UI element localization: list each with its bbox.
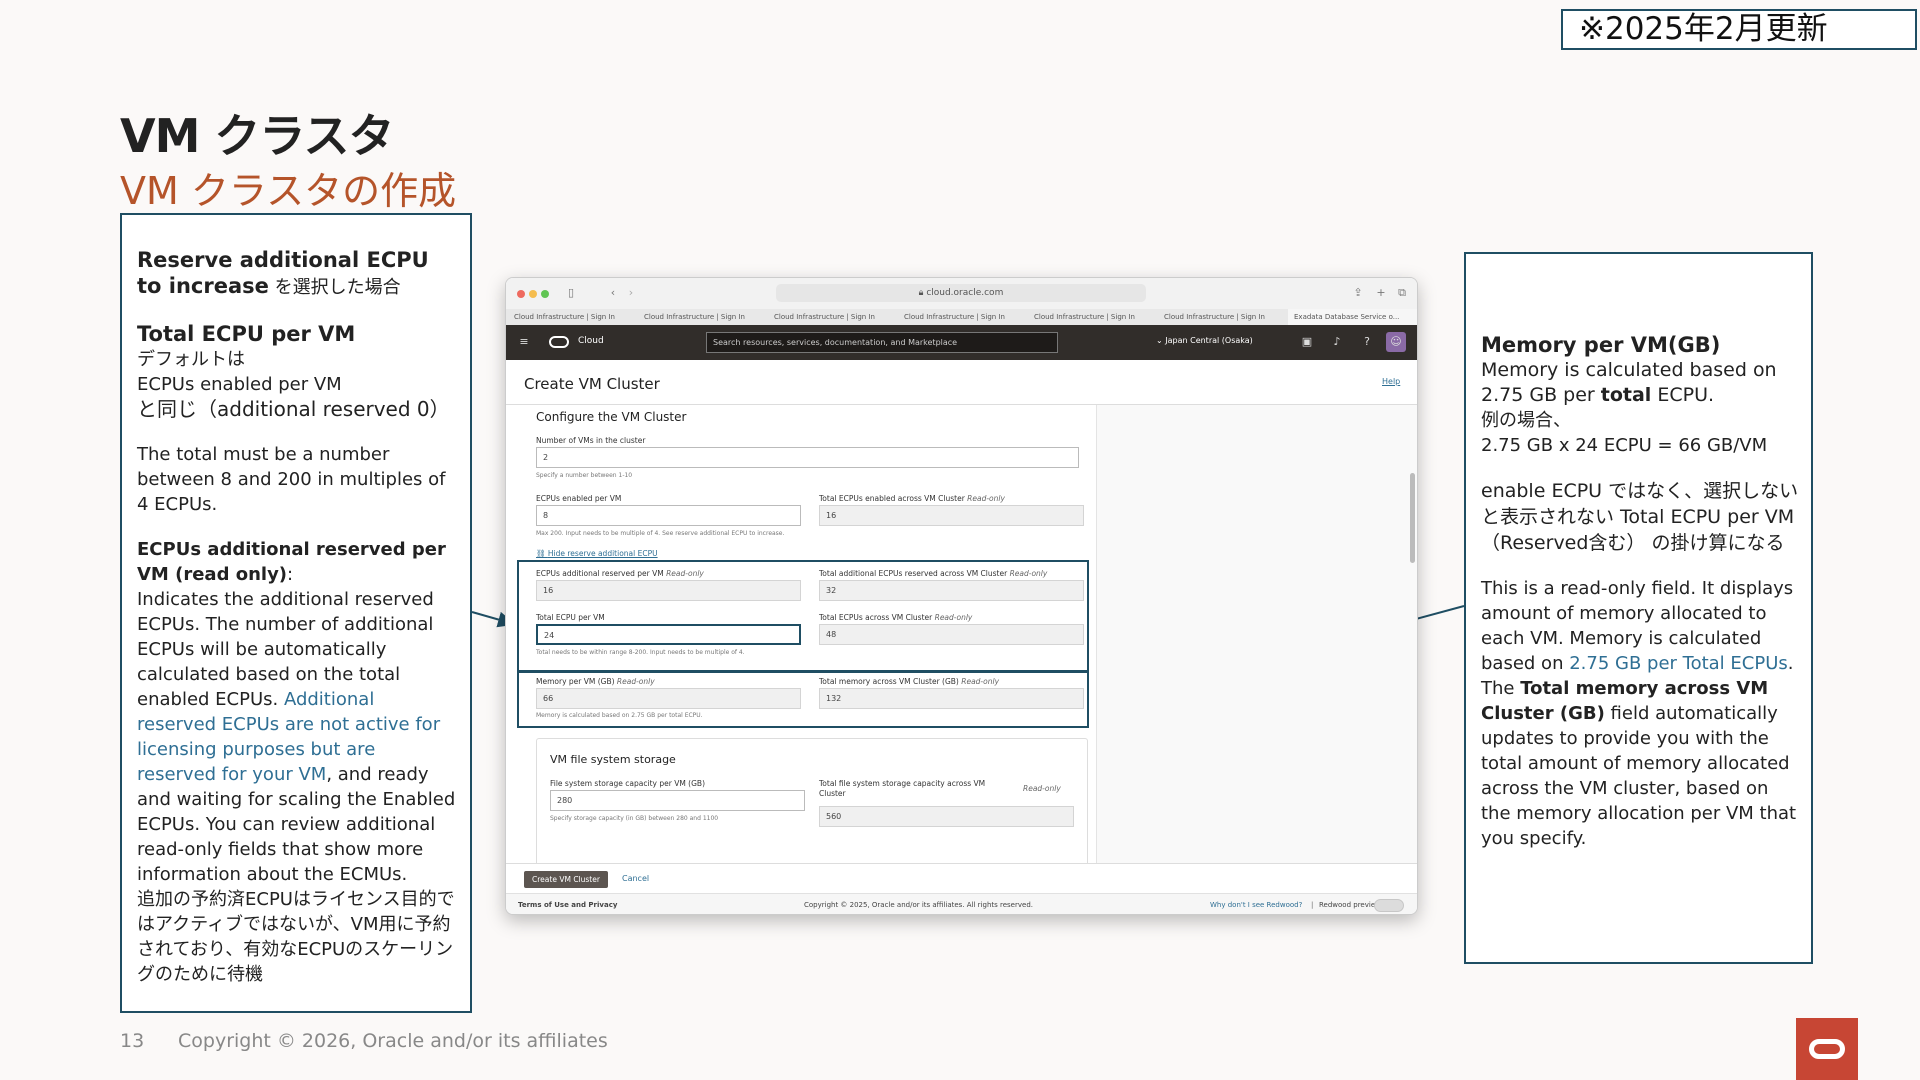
new-tab-icon[interactable]: + [1374,286,1388,300]
total-mem-field: 132 [819,688,1084,709]
menu-icon[interactable]: ≡ [517,335,531,349]
redwood-preview-toggle[interactable] [1374,899,1404,912]
redwood-preview-label: Redwood preview [1319,901,1381,909]
fs-section-title: VM file system storage [550,753,676,766]
form-side-panel [1096,405,1417,863]
console-search-input[interactable]: Search resources, services, documentatio… [706,332,1058,353]
total-mem-label-text: Total memory across VM Cluster (GB) [819,677,959,686]
console-brand: Cloud [578,336,604,346]
minimize-dot[interactable] [529,290,537,298]
browser-tab[interactable]: Cloud Infrastructure | Sign In [638,309,766,325]
oracle-cloud-logo-icon[interactable] [549,336,569,348]
help-link[interactable]: Help [1382,377,1400,386]
total-ecpu-vm-input[interactable]: 24 [536,624,801,645]
pipe-separator: | [1311,901,1314,909]
section-title: Configure the VM Cluster [536,410,687,424]
oci-copyright: Copyright © 2025, Oracle and/or its affi… [804,901,1033,909]
ecpus-enabled-hint: Max 200. Input needs to be multiple of 4… [536,530,785,537]
action-bar: Create VM Cluster Cancel [506,863,1417,893]
close-dot[interactable] [517,290,525,298]
total-add-reserved-label: Total additional ECPUs reserved across V… [819,569,1047,578]
total-ecpus-enabled-field: 16 [819,505,1084,526]
read-only-tag: Read-only [961,677,1000,686]
form-area: Configure the VM Cluster Number of VMs i… [506,405,1096,863]
link-icon: ⛓ [536,549,548,558]
zoom-dot[interactable] [541,290,549,298]
url-text: cloud.oracle.com [926,288,1004,298]
total-ecpus-enabled-label: Total ECPUs enabled across VM Cluster Re… [819,494,1005,503]
notification-bell-icon[interactable]: ♪ [1330,335,1344,349]
browser-tab[interactable]: Cloud Infrastructure | Sign In [1028,309,1156,325]
cancel-link[interactable]: Cancel [622,874,649,883]
hide-reserve-link[interactable]: ⛓ Hide reserve additional ECPU [536,549,658,558]
help-icon[interactable]: ? [1360,335,1374,349]
read-only-tag: Read-only [616,677,655,686]
share-icon[interactable]: ⇪ [1351,286,1365,300]
total-fs-field: 560 [819,806,1074,827]
num-vms-input[interactable]: 2 [536,447,1079,468]
browser-tab[interactable]: Cloud Infrastructure | Sign In [768,309,896,325]
browser-tabs: Cloud Infrastructure | Sign In Cloud Inf… [506,309,1417,325]
total-ecpu-vm-hint: Total needs to be within range 8-200. In… [536,649,745,656]
mem-vm-field: 66 [536,688,801,709]
total-add-reserved-field: 32 [819,580,1084,601]
total-ecpus-cluster-label-text: Total ECPUs across VM Cluster [819,613,933,622]
forward-icon[interactable]: › [624,286,638,300]
console-header: ≡ Cloud Search resources, services, docu… [506,325,1417,360]
tabs-overview-icon[interactable]: ⧉ [1395,286,1409,300]
page-title: Create VM Cluster [524,375,660,393]
browser-tab[interactable]: Cloud Infrastructure | Sign In [898,309,1026,325]
address-bar[interactable]: 🔒︎ cloud.oracle.com [776,284,1146,302]
browser-tab-active[interactable]: Exadata Database Service o... [1288,309,1417,325]
num-vms-hint: Specify a number between 1-10 [536,472,633,479]
oracle-logo-icon [1796,1018,1858,1080]
add-reserved-label-text: ECPUs additional reserved per VM [536,569,664,578]
read-only-tag: Read-only [1023,784,1061,793]
fs-input[interactable]: 280 [550,790,805,811]
read-only-tag: Read-only [934,613,973,622]
footer-copyright: Copyright © 2026, Oracle and/or its affi… [178,1030,608,1052]
terms-link[interactable]: Terms of Use and Privacy [518,901,617,909]
read-only-tag: Read-only [1009,569,1048,578]
read-only-tag: Read-only [666,569,704,578]
sidebar-icon[interactable]: ▯ [564,286,578,300]
total-add-reserved-label-text: Total additional ECPUs reserved across V… [819,569,1008,578]
num-vms-label: Number of VMs in the cluster [536,436,646,445]
add-reserved-label: ECPUs additional reserved per VM Read-on… [536,569,704,578]
total-ecpu-vm-label: Total ECPU per VM [536,613,605,622]
cloud-shell-icon[interactable]: ▣ [1300,335,1314,349]
mem-hint: Memory is calculated based on 2.75 GB pe… [536,712,703,719]
console-screenshot: ▯ ‹ › 🔒︎ cloud.oracle.com ⇪ + ⧉ Cloud In… [505,277,1418,915]
total-ecpus-enabled-label-text: Total ECPUs enabled across VM Cluster [819,494,965,503]
fs-label: File system storage capacity per VM (GB) [550,779,705,788]
fs-hint: Specify storage capacity (in GB) between… [550,815,719,822]
browser-toolbar: ▯ ‹ › 🔒︎ cloud.oracle.com ⇪ + ⧉ [506,278,1417,309]
create-vm-cluster-button[interactable]: Create VM Cluster [524,871,608,888]
scrollbar-thumb[interactable] [1410,473,1415,563]
total-ecpus-cluster-field: 48 [819,624,1084,645]
profile-avatar-icon[interactable]: ☺ [1386,332,1406,352]
back-icon[interactable]: ‹ [606,286,620,300]
region-text: Japan Central (Osaka) [1165,336,1253,345]
browser-tab[interactable]: Cloud Infrastructure | Sign In [508,309,636,325]
mem-vm-label: Memory per VM (GB) Read-only [536,677,655,686]
region-selector[interactable]: ⌄ Japan Central (Osaka) [1156,336,1253,345]
hide-reserve-link-text: Hide reserve additional ECPU [547,549,658,558]
browser-tab[interactable]: Cloud Infrastructure | Sign In [1158,309,1286,325]
redwood-question-link[interactable]: Why don't I see Redwood? [1210,901,1302,909]
page-number: 13 [120,1030,145,1052]
total-fs-label: Total file system storage capacity acros… [819,779,986,798]
total-ecpus-cluster-label: Total ECPUs across VM Cluster Read-only [819,613,972,622]
add-reserved-field: 16 [536,580,801,601]
ecpus-enabled-label: ECPUs enabled per VM [536,494,622,503]
page-head: Create VM Cluster Help [506,360,1417,405]
mem-vm-label-text: Memory per VM (GB) [536,677,615,686]
ecpus-enabled-input[interactable]: 8 [536,505,801,526]
read-only-tag: Read-only [967,494,1005,503]
chevron-down-icon: ⌄ [1156,336,1166,345]
total-mem-label: Total memory across VM Cluster (GB) Read… [819,677,999,686]
console-footer: Terms of Use and Privacy Copyright © 202… [506,893,1417,914]
